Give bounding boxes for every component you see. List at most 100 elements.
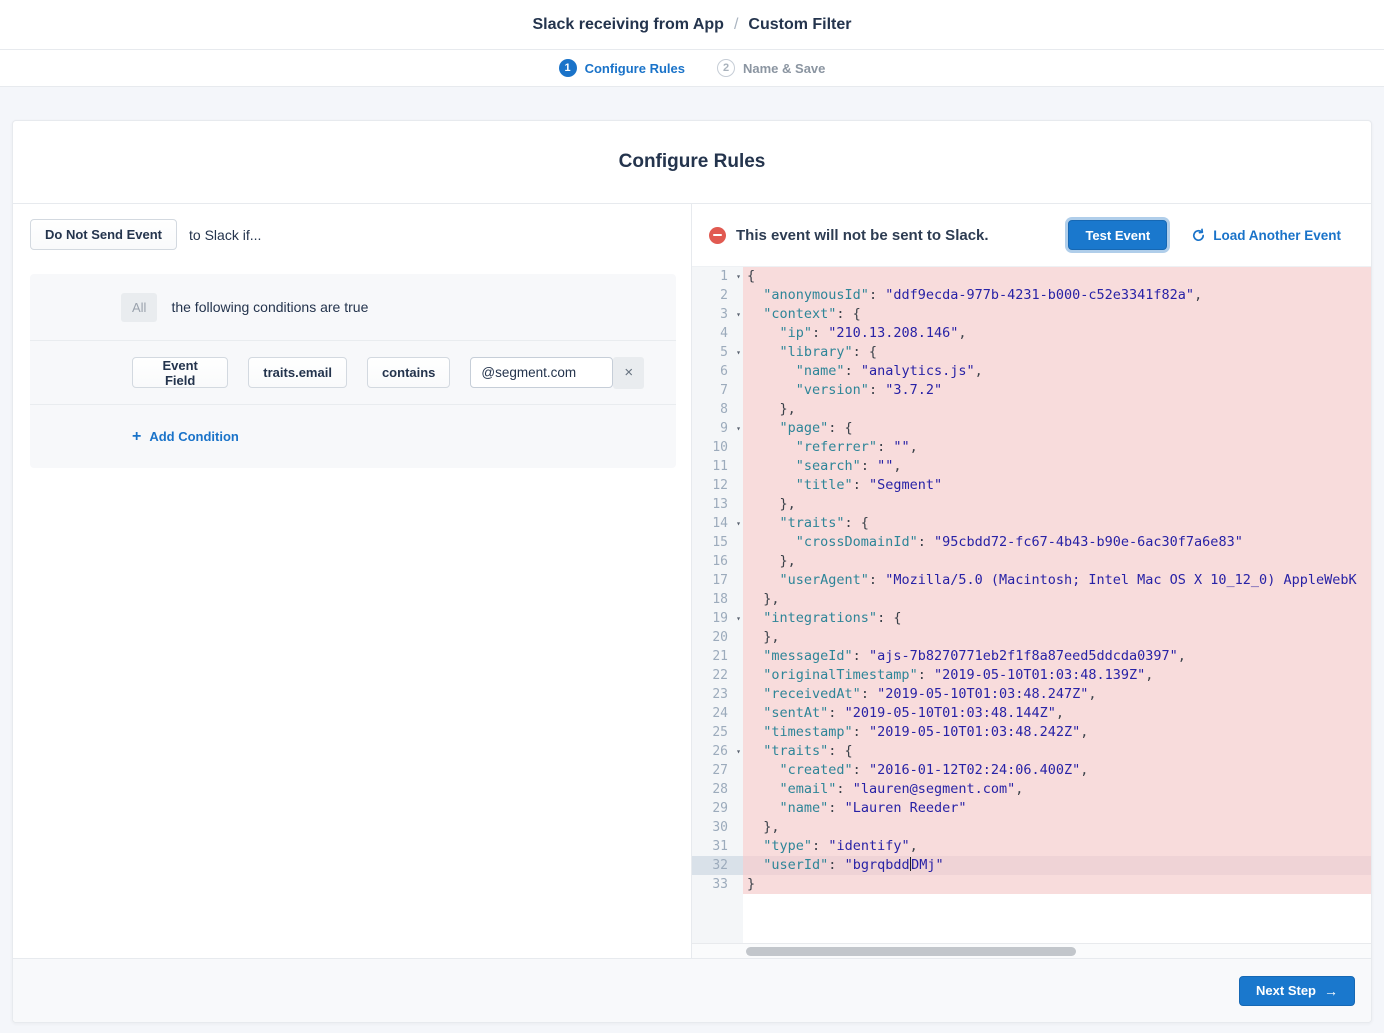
code-line[interactable]: 31 "type": "identify", — [692, 837, 1371, 856]
condition-operator-button[interactable]: contains — [367, 357, 450, 388]
code-line[interactable]: 11 "search": "", — [692, 457, 1371, 476]
scrollbar-thumb[interactable] — [746, 947, 1076, 956]
step-number-badge: 2 — [717, 59, 735, 77]
line-number: 12 — [692, 476, 743, 495]
line-number: 17 — [692, 571, 743, 590]
line-number: 22 — [692, 666, 743, 685]
load-another-event-link[interactable]: Load Another Event — [1191, 228, 1341, 243]
code-line[interactable]: 2 "anonymousId": "ddf9ecda-977b-4231-b00… — [692, 286, 1371, 305]
code-content: "messageId": "ajs-7b8270771eb2f1f8a87eed… — [743, 647, 1371, 666]
gutter-cell: 16 — [692, 552, 743, 571]
gutter-cell: 26▾ — [692, 742, 743, 761]
code-content: "traits": { — [743, 742, 1371, 761]
code-line[interactable]: 21 "messageId": "ajs-7b8270771eb2f1f8a87… — [692, 647, 1371, 666]
next-step-button[interactable]: Next Step → — [1239, 976, 1355, 1006]
code-line[interactable]: 23 "receivedAt": "2019-05-10T01:03:48.24… — [692, 685, 1371, 704]
do-not-send-event-button[interactable]: Do Not Send Event — [30, 219, 177, 250]
json-editor[interactable]: 1▾{2 "anonymousId": "ddf9ecda-977b-4231-… — [692, 267, 1371, 958]
gutter-cell: 31 — [692, 837, 743, 856]
code-line[interactable]: 29 "name": "Lauren Reeder" — [692, 799, 1371, 818]
code-line[interactable]: 18 }, — [692, 590, 1371, 609]
gutter-cell: 33 — [692, 875, 743, 894]
fold-arrow-icon[interactable]: ▾ — [736, 514, 741, 533]
action-suffix-text: to Slack if... — [189, 227, 261, 243]
code-line[interactable]: 1▾{ — [692, 267, 1371, 286]
breadcrumb-destination[interactable]: Slack receiving from App — [532, 16, 723, 34]
code-line[interactable]: 27 "created": "2016-01-12T02:24:06.400Z"… — [692, 761, 1371, 780]
fold-arrow-icon[interactable]: ▾ — [736, 343, 741, 362]
gutter-cell: 3▾ — [692, 305, 743, 324]
horizontal-scrollbar[interactable] — [692, 943, 1371, 958]
add-condition-button[interactable]: + Add Condition — [30, 405, 676, 468]
code-line[interactable]: 14▾ "traits": { — [692, 514, 1371, 533]
condition-value-input[interactable] — [470, 357, 613, 388]
code-content: "anonymousId": "ddf9ecda-977b-4231-b000-… — [743, 286, 1371, 305]
fold-arrow-icon[interactable]: ▾ — [736, 609, 741, 628]
fold-arrow-icon[interactable]: ▾ — [736, 267, 741, 286]
code-line[interactable]: 6 "name": "analytics.js", — [692, 362, 1371, 381]
fold-arrow-icon[interactable]: ▾ — [736, 742, 741, 761]
code-line[interactable]: 26▾ "traits": { — [692, 742, 1371, 761]
step-configure-rules[interactable]: 1 Configure Rules — [559, 59, 685, 77]
line-number: 15 — [692, 533, 743, 552]
code-line[interactable]: 24 "sentAt": "2019-05-10T01:03:48.144Z", — [692, 704, 1371, 723]
code-line[interactable]: 33} — [692, 875, 1371, 894]
code-line[interactable]: 4 "ip": "210.13.208.146", — [692, 324, 1371, 343]
gutter-cell: 21 — [692, 647, 743, 666]
code-line[interactable]: 10 "referrer": "", — [692, 438, 1371, 457]
code-line[interactable]: 30 }, — [692, 818, 1371, 837]
code-content: "crossDomainId": "95cbdd72-fc67-4b43-b90… — [743, 533, 1371, 552]
breadcrumb-current: Custom Filter — [748, 16, 851, 34]
code-line[interactable]: 8 }, — [692, 400, 1371, 419]
gutter-cell: 13 — [692, 495, 743, 514]
code-line[interactable]: 7 "version": "3.7.2" — [692, 381, 1371, 400]
line-number: 18 — [692, 590, 743, 609]
gutter-cell: 17 — [692, 571, 743, 590]
code-line[interactable]: 20 }, — [692, 628, 1371, 647]
code-line[interactable]: 13 }, — [692, 495, 1371, 514]
add-condition-label: Add Condition — [149, 429, 239, 444]
code-line[interactable]: 17 "userAgent": "Mozilla/5.0 (Macintosh;… — [692, 571, 1371, 590]
code-line[interactable]: 15 "crossDomainId": "95cbdd72-fc67-4b43-… — [692, 533, 1371, 552]
condition-group: All the following conditions are true Ev… — [30, 274, 676, 468]
gutter-cell: 1▾ — [692, 267, 743, 286]
code-content: "userId": "bgrqbddDMj" — [743, 856, 1371, 875]
step-name-save[interactable]: 2 Name & Save — [717, 59, 825, 77]
code-content: }, — [743, 818, 1371, 837]
gutter-cell: 12 — [692, 476, 743, 495]
page-title: Configure Rules — [13, 121, 1371, 204]
code-content: "version": "3.7.2" — [743, 381, 1371, 400]
code-content: }, — [743, 628, 1371, 647]
line-number: 29 — [692, 799, 743, 818]
refresh-icon — [1191, 228, 1206, 243]
code-content: "search": "", — [743, 457, 1371, 476]
condition-field-button[interactable]: traits.email — [248, 357, 347, 388]
code-line[interactable]: 16 }, — [692, 552, 1371, 571]
operator-badge[interactable]: All — [121, 293, 157, 322]
gutter-cell: 23 — [692, 685, 743, 704]
gutter-cell: 27 — [692, 761, 743, 780]
fold-arrow-icon[interactable]: ▾ — [736, 305, 741, 324]
code-line[interactable]: 9▾ "page": { — [692, 419, 1371, 438]
code-line[interactable]: 5▾ "library": { — [692, 343, 1371, 362]
gutter-cell: 30 — [692, 818, 743, 837]
code-line[interactable]: 19▾ "integrations": { — [692, 609, 1371, 628]
code-line[interactable]: 3▾ "context": { — [692, 305, 1371, 324]
line-number: 13 — [692, 495, 743, 514]
line-number: 24 — [692, 704, 743, 723]
code-content: "type": "identify", — [743, 837, 1371, 856]
arrow-right-icon: → — [1324, 984, 1338, 998]
code-line[interactable]: 28 "email": "lauren@segment.com", — [692, 780, 1371, 799]
remove-condition-button[interactable]: × — [613, 357, 644, 389]
code-line[interactable]: 22 "originalTimestamp": "2019-05-10T01:0… — [692, 666, 1371, 685]
code-line[interactable]: 25 "timestamp": "2019-05-10T01:03:48.242… — [692, 723, 1371, 742]
code-content: "receivedAt": "2019-05-10T01:03:48.247Z"… — [743, 685, 1371, 704]
code-line[interactable]: 12 "title": "Segment" — [692, 476, 1371, 495]
line-number: 30 — [692, 818, 743, 837]
gutter-cell: 19▾ — [692, 609, 743, 628]
code-line[interactable]: 32 "userId": "bgrqbddDMj" — [692, 856, 1371, 875]
condition-type-button[interactable]: Event Field — [132, 357, 228, 388]
code-content: "userAgent": "Mozilla/5.0 (Macintosh; In… — [743, 571, 1371, 590]
test-event-button[interactable]: Test Event — [1068, 220, 1167, 250]
fold-arrow-icon[interactable]: ▾ — [736, 419, 741, 438]
